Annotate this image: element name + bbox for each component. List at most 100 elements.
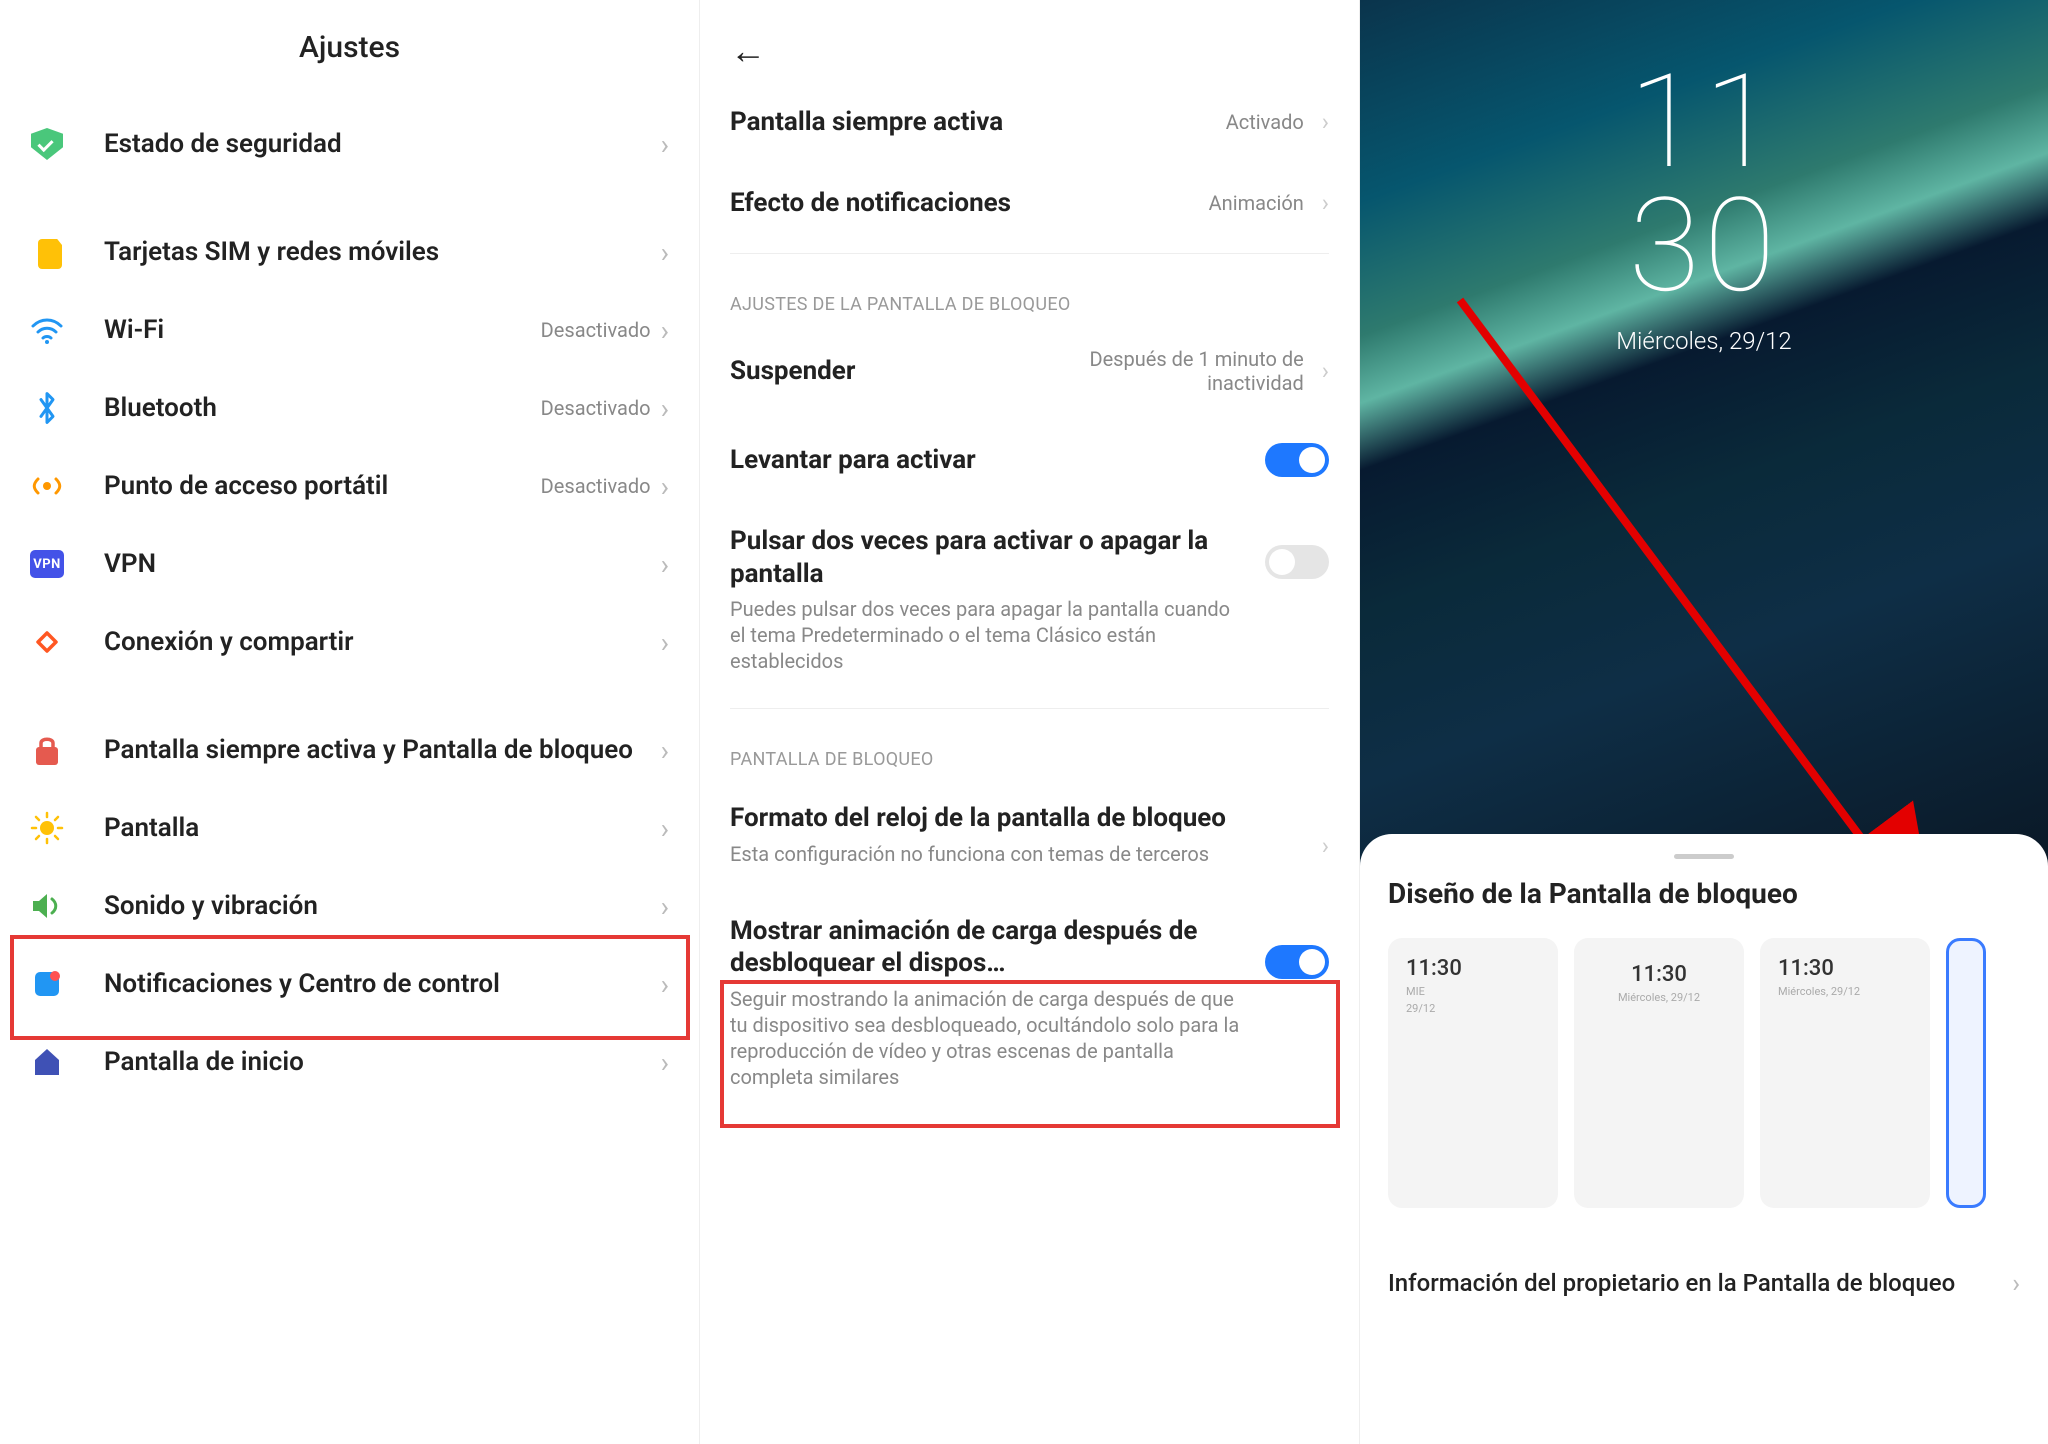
chevron-right-icon: › xyxy=(2012,1269,2020,1299)
label: Pulsar dos veces para activar o apagar l… xyxy=(730,525,1245,590)
section-header: PANTALLA DE BLOQUEO xyxy=(700,719,1359,778)
row-lockscreen-clock-format[interactable]: Formato del reloj de la pantalla de bloq… xyxy=(700,778,1359,891)
row-bluetooth[interactable]: Bluetooth Desactivado › xyxy=(0,369,699,447)
clock-minutes: 30 xyxy=(1616,184,1791,308)
label: Bluetooth xyxy=(64,392,541,425)
layout-picker-sheet: Diseño de la Pantalla de bloqueo 11:30 M… xyxy=(1360,834,2048,1444)
label: Suspender xyxy=(730,355,1044,388)
value: Animación xyxy=(1209,191,1304,215)
vpn-icon: VPN xyxy=(30,547,64,581)
row-sound-vibration[interactable]: Sonido y vibración › xyxy=(0,867,699,945)
row-owner-info[interactable]: Información del propietario en la Pantal… xyxy=(1388,1238,2020,1329)
page-title: Ajustes xyxy=(0,0,699,105)
settings-main-screen: Ajustes Estado de seguridad › Tarjetas S… xyxy=(0,0,700,1444)
description: Seguir mostrando la animación de carga d… xyxy=(730,986,1245,1090)
value: Después de 1 minuto de inactividad xyxy=(1064,347,1304,395)
row-notifications-control[interactable]: Notificaciones y Centro de control › xyxy=(0,945,699,1023)
label: Información del propietario en la Pantal… xyxy=(1388,1268,2012,1299)
label: Punto de acceso portátil xyxy=(64,470,541,503)
row-sleep[interactable]: Suspender Después de 1 minuto de inactiv… xyxy=(700,323,1359,419)
row-raise-to-wake[interactable]: Levantar para activar xyxy=(700,419,1359,501)
row-double-tap[interactable]: Pulsar dos veces para activar o apagar l… xyxy=(700,501,1359,698)
back-button[interactable]: ← xyxy=(730,30,766,72)
label: Wi-Fi xyxy=(64,314,541,347)
toggle-charge-animation[interactable] xyxy=(1265,945,1329,979)
status: Desactivado xyxy=(541,474,651,498)
status: Desactivado xyxy=(541,396,651,420)
lockscreen-settings-screen: ← Pantalla siempre activa Activado › Efe… xyxy=(700,0,1360,1444)
chevron-right-icon: › xyxy=(1322,357,1329,385)
row-home-screen[interactable]: Pantalla de inicio › xyxy=(0,1023,699,1101)
clock-widget: 11 30 Miércoles, 29/12 xyxy=(1616,60,1791,355)
toggle-raise-to-wake[interactable] xyxy=(1265,443,1329,477)
label: Tarjetas SIM y redes móviles xyxy=(64,236,661,269)
label: Pantalla de inicio xyxy=(64,1046,661,1079)
toggle-double-tap[interactable] xyxy=(1265,545,1329,579)
chevron-right-icon: › xyxy=(661,548,669,581)
bluetooth-icon xyxy=(30,391,64,425)
row-sim-networks[interactable]: Tarjetas SIM y redes móviles › xyxy=(0,213,699,291)
layout-options: 11:30 MIE 29/12 11:30 Miércoles, 29/12 1… xyxy=(1388,938,2020,1208)
label: Notificaciones y Centro de control xyxy=(64,968,661,1001)
layout-option-left[interactable]: 11:30 MIE 29/12 xyxy=(1388,938,1558,1208)
row-display[interactable]: Pantalla › xyxy=(0,789,699,867)
label: Pantalla siempre activa xyxy=(730,106,1206,139)
label: Pantalla xyxy=(64,812,661,845)
status: Desactivado xyxy=(541,318,651,342)
chevron-right-icon: › xyxy=(661,236,669,269)
section-header: AJUSTES DE LA PANTALLA DE BLOQUEO xyxy=(700,264,1359,323)
lock-icon xyxy=(30,733,64,767)
home-icon xyxy=(30,1045,64,1079)
sim-icon xyxy=(30,235,64,269)
label: Efecto de notificaciones xyxy=(730,187,1189,220)
share-icon xyxy=(30,625,64,659)
chevron-right-icon: › xyxy=(661,734,669,767)
label: Formato del reloj de la pantalla de bloq… xyxy=(730,802,1294,835)
chevron-right-icon: › xyxy=(661,626,669,659)
label: Levantar para activar xyxy=(730,444,1245,477)
chevron-right-icon: › xyxy=(661,392,669,425)
row-always-on-display[interactable]: Pantalla siempre activa Activado › xyxy=(700,82,1359,163)
lockscreen-clock-designer: 11 30 Miércoles, 29/12 Diseño de la Pant… xyxy=(1360,0,2048,1444)
label: Sonido y vibración xyxy=(64,890,661,923)
description: Esta configuración no funciona con temas… xyxy=(730,841,1294,867)
sheet-title: Diseño de la Pantalla de bloqueo xyxy=(1388,877,2020,910)
layout-option-center[interactable]: 11:30 Miércoles, 29/12 xyxy=(1574,938,1744,1208)
row-connection-share[interactable]: Conexión y compartir › xyxy=(0,603,699,681)
chevron-right-icon: › xyxy=(661,968,669,1001)
row-vpn[interactable]: VPN VPN › xyxy=(0,525,699,603)
chevron-right-icon: › xyxy=(661,890,669,923)
row-hotspot[interactable]: Punto de acceso portátil Desactivado › xyxy=(0,447,699,525)
description: Puedes pulsar dos veces para apagar la p… xyxy=(730,596,1245,674)
sound-icon xyxy=(30,889,64,923)
chevron-right-icon: › xyxy=(661,812,669,845)
chevron-right-icon: › xyxy=(1322,108,1329,136)
row-aod-lockscreen[interactable]: Pantalla siempre activa y Pantalla de bl… xyxy=(0,711,699,789)
annotation-arrow xyxy=(1440,290,1960,870)
chevron-right-icon: › xyxy=(1322,832,1329,860)
chevron-right-icon: › xyxy=(1322,189,1329,217)
label: VPN xyxy=(64,548,661,581)
clock-date: Miércoles, 29/12 xyxy=(1616,327,1791,355)
chevron-right-icon: › xyxy=(661,314,669,347)
row-wifi[interactable]: Wi-Fi Desactivado › xyxy=(0,291,699,369)
wifi-icon xyxy=(30,313,64,347)
layout-option-selected[interactable] xyxy=(1946,938,1986,1208)
row-charge-animation[interactable]: Mostrar animación de carga después de de… xyxy=(700,891,1359,1114)
hotspot-icon xyxy=(30,469,64,503)
brightness-icon xyxy=(30,811,64,845)
label: Conexión y compartir xyxy=(64,626,661,659)
drag-handle[interactable] xyxy=(1674,854,1734,859)
lockscreen-preview: 11 30 Miércoles, 29/12 xyxy=(1360,0,2048,870)
row-security-status[interactable]: Estado de seguridad › xyxy=(0,105,699,183)
label: Mostrar animación de carga después de de… xyxy=(730,915,1245,980)
chevron-right-icon: › xyxy=(661,470,669,503)
label: Pantalla siempre activa y Pantalla de bl… xyxy=(64,734,661,767)
notifications-icon xyxy=(30,967,64,1001)
shield-icon xyxy=(30,127,64,161)
chevron-right-icon: › xyxy=(661,1046,669,1079)
chevron-right-icon: › xyxy=(661,128,669,161)
layout-option-left2[interactable]: 11:30 Miércoles, 29/12 xyxy=(1760,938,1930,1208)
row-notification-effect[interactable]: Efecto de notificaciones Animación › xyxy=(700,163,1359,244)
value: Activado xyxy=(1226,110,1304,134)
